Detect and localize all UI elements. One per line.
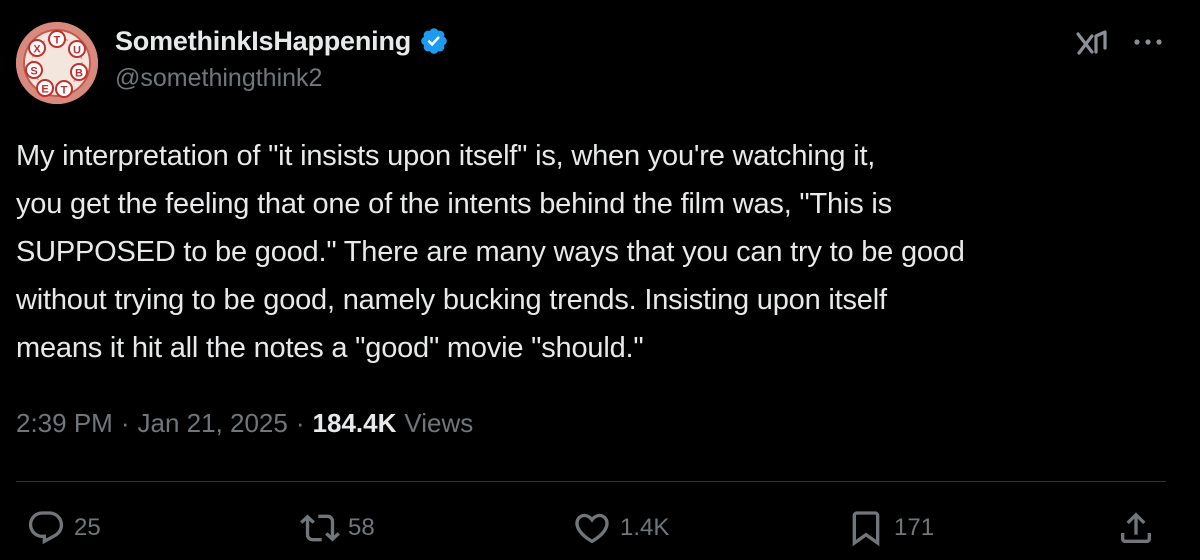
grok-icon[interactable] (1072, 26, 1112, 62)
author-handle[interactable]: @somethingthink2 (115, 64, 322, 93)
avatar-letter: T (54, 35, 61, 47)
tweet-text: My interpretation of "it insists upon it… (16, 140, 965, 364)
more-dots-icon[interactable] (1128, 30, 1168, 54)
tweet: T U B T E S X SomethinkIsHappening @some… (0, 0, 1200, 560)
like-count: 1.4K (620, 514, 670, 541)
bookmark-count: 171 (894, 514, 935, 541)
meta-separator: · (120, 408, 130, 438)
avatar-letter: S (30, 66, 37, 78)
avatar-letter: T (61, 85, 68, 97)
avatar-letter: U (73, 45, 81, 57)
divider (16, 481, 1166, 482)
author-name-row: SomethinkIsHappening (115, 24, 449, 58)
share-icon (1116, 508, 1156, 548)
bookmark-button[interactable]: 171 (846, 508, 934, 548)
avatar-letter: E (41, 84, 48, 96)
bookmark-icon (846, 508, 886, 548)
repost-button[interactable]: 58 (300, 508, 375, 548)
tweet-meta: 2:39 PM · Jan 21, 2025 · 184.4K Views (16, 408, 473, 439)
heart-icon (572, 508, 612, 548)
tweet-date[interactable]: Jan 21, 2025 (138, 408, 288, 439)
verified-badge-icon[interactable] (419, 26, 449, 56)
like-button[interactable]: 1.4K (572, 508, 669, 548)
reply-icon (26, 508, 66, 548)
tweet-time[interactable]: 2:39 PM (16, 408, 113, 439)
repost-count: 58 (348, 514, 375, 541)
avatar-letter: X (33, 44, 41, 56)
repost-icon (300, 508, 340, 548)
author-display-name[interactable]: SomethinkIsHappening (115, 26, 411, 57)
avatar-image: T U B T E S X (16, 22, 98, 104)
avatar-letter: B (75, 68, 83, 80)
reply-count: 25 (74, 514, 101, 541)
views-label[interactable]: Views (404, 408, 473, 439)
share-button[interactable] (1116, 508, 1156, 548)
meta-separator: · (295, 408, 305, 438)
views-count[interactable]: 184.4K (313, 408, 397, 439)
avatar[interactable]: T U B T E S X (16, 22, 98, 104)
reply-button[interactable]: 25 (26, 508, 101, 548)
